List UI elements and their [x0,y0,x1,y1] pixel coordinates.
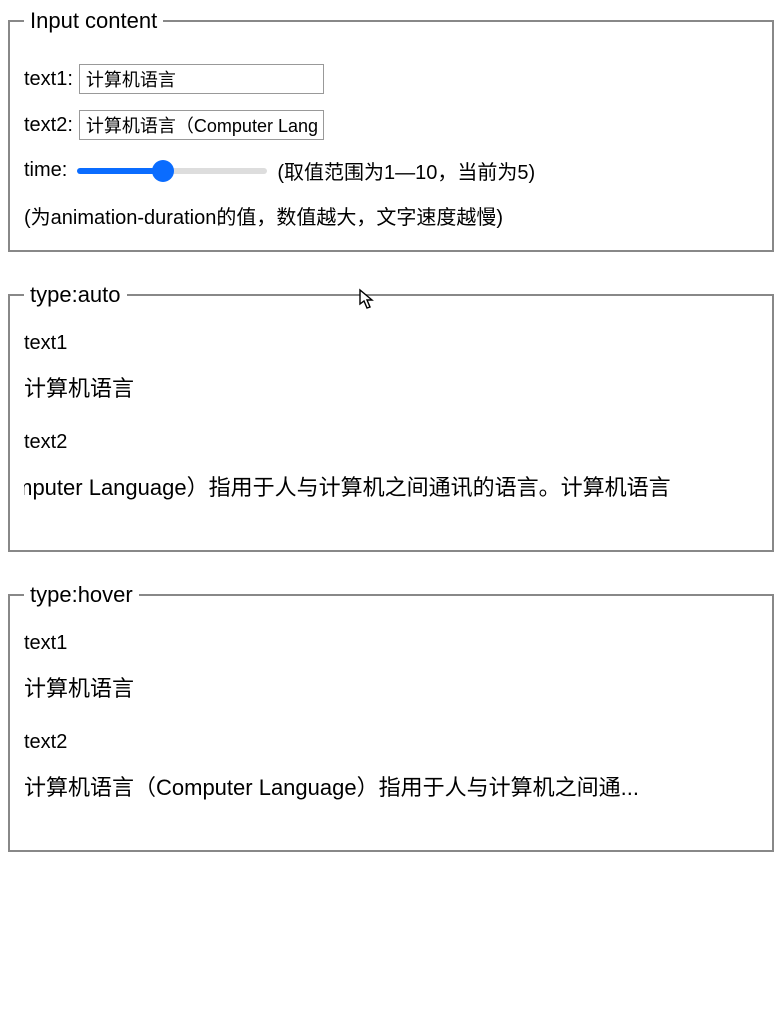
time-range-note: (取值范围为1—10，当前为5) [277,156,535,185]
time-description: (为animation-duration的值，数值越大，文字速度越慢) [24,201,758,230]
hover-text2-label: text2 [24,731,758,754]
hover-text1-label: text1 [24,632,758,655]
time-label: time: [24,159,67,182]
auto-text1-display: 计算机语言 [24,371,758,403]
auto-text1-label: text1 [24,332,758,355]
hover-text1-display: 计算机语言 [24,671,758,703]
text2-input[interactable] [79,110,324,140]
time-slider[interactable] [77,168,267,174]
text1-label: text1: [24,68,73,91]
type-auto-legend: type:auto [24,282,127,308]
text1-input[interactable] [79,64,324,94]
auto-text2-label: text2 [24,431,758,454]
hover-text2-display: 计算机语言（Computer Language）指用于人与计算机之间通... [24,770,758,802]
type-hover-fieldset: type:hover text1 计算机语言 text2 计算机语言（Compu… [8,582,774,852]
type-auto-fieldset: type:auto text1 计算机语言 text2 计算机语言（Comput… [8,282,774,552]
text1-row: text1: [24,64,758,94]
input-content-fieldset: Input content text1: text2: time: (取值范围为… [8,8,774,252]
input-content-legend: Input content [24,8,163,34]
auto-text2-display: 计算机语言（Computer Language）指用于人与计算机之间通讯的语言。… [24,470,758,502]
time-row: time: (取值范围为1—10，当前为5) [24,156,758,185]
text2-label: text2: [24,114,73,137]
text2-row: text2: [24,110,758,140]
type-hover-legend: type:hover [24,582,139,608]
